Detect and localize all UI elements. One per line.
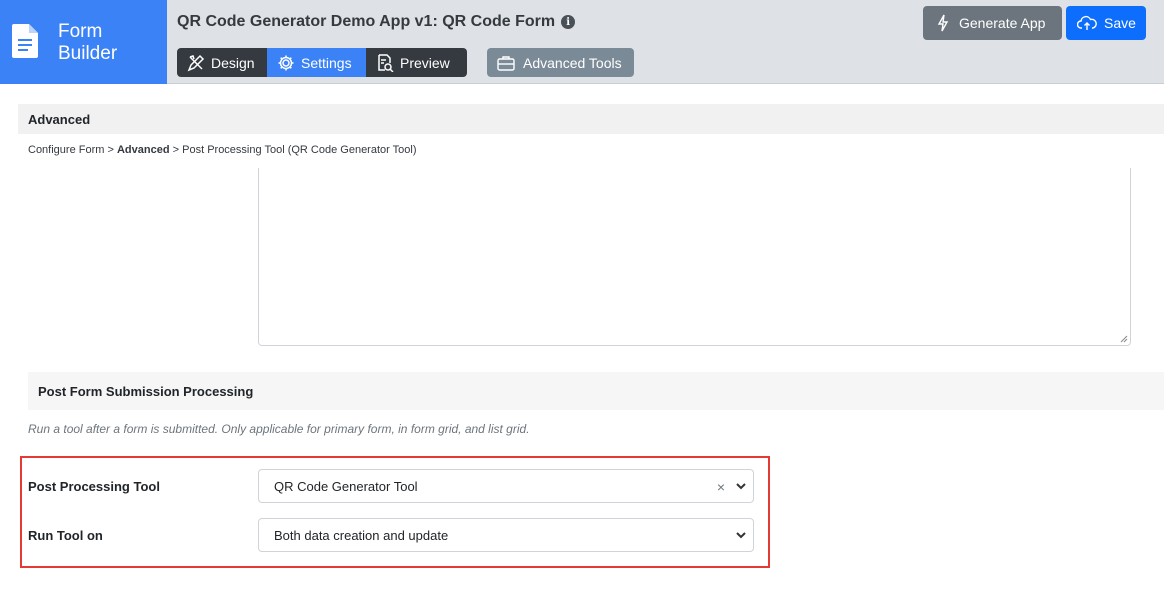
chevron-down-icon xyxy=(736,532,746,539)
chevron-down-icon xyxy=(736,483,746,490)
mode-tabs: Design Settings Preview xyxy=(177,48,467,77)
generate-app-button[interactable]: Generate App xyxy=(923,6,1062,40)
tab-design[interactable]: Design xyxy=(177,48,267,77)
briefcase-icon xyxy=(497,55,515,71)
lightning-icon xyxy=(937,14,949,32)
breadcrumb-item[interactable]: Advanced xyxy=(117,144,170,156)
pencil-ruler-icon xyxy=(187,54,205,71)
tab-settings[interactable]: Settings xyxy=(267,48,366,77)
tab-preview[interactable]: Preview xyxy=(366,48,467,77)
run-tool-on-label: Run Tool on xyxy=(28,528,103,543)
advanced-tools-button[interactable]: Advanced Tools xyxy=(487,48,634,77)
app-header: Form Builder QR Code Generator Demo App … xyxy=(0,0,1164,84)
gear-icon xyxy=(278,55,294,70)
message-textarea[interactable] xyxy=(258,168,1131,346)
page-title: QR Code Generator Demo App v1: QR Code F… xyxy=(177,13,576,31)
brand-name: Form Builder xyxy=(58,21,118,64)
subsection-header: Post Form Submission Processing xyxy=(28,372,1164,410)
help-text: Run a tool after a form is submitted. On… xyxy=(28,422,530,436)
save-button[interactable]: Save xyxy=(1066,6,1146,40)
section-header: Advanced xyxy=(18,104,1164,134)
cloud-upload-icon xyxy=(1077,15,1097,30)
clear-icon[interactable]: × xyxy=(717,479,725,495)
brand-logo[interactable]: Form Builder xyxy=(0,0,167,84)
run-tool-on-select[interactable]: Both data creation and update xyxy=(258,518,754,552)
selected-value: QR Code Generator Tool xyxy=(274,478,418,494)
post-processing-tool-label: Post Processing Tool xyxy=(28,479,160,494)
search-document-icon xyxy=(378,53,394,72)
info-icon[interactable]: i xyxy=(561,15,576,29)
breadcrumb-item[interactable]: Configure Form xyxy=(28,144,104,156)
document-icon xyxy=(12,24,38,58)
selected-value: Both data creation and update xyxy=(274,527,449,543)
post-processing-tool-select[interactable]: QR Code Generator Tool × xyxy=(258,469,754,503)
resize-grip-icon[interactable] xyxy=(1120,335,1128,343)
breadcrumb: Configure Form > Advanced > Post Process… xyxy=(28,144,417,156)
breadcrumb-current: Post Processing Tool (QR Code Generator … xyxy=(182,144,417,156)
